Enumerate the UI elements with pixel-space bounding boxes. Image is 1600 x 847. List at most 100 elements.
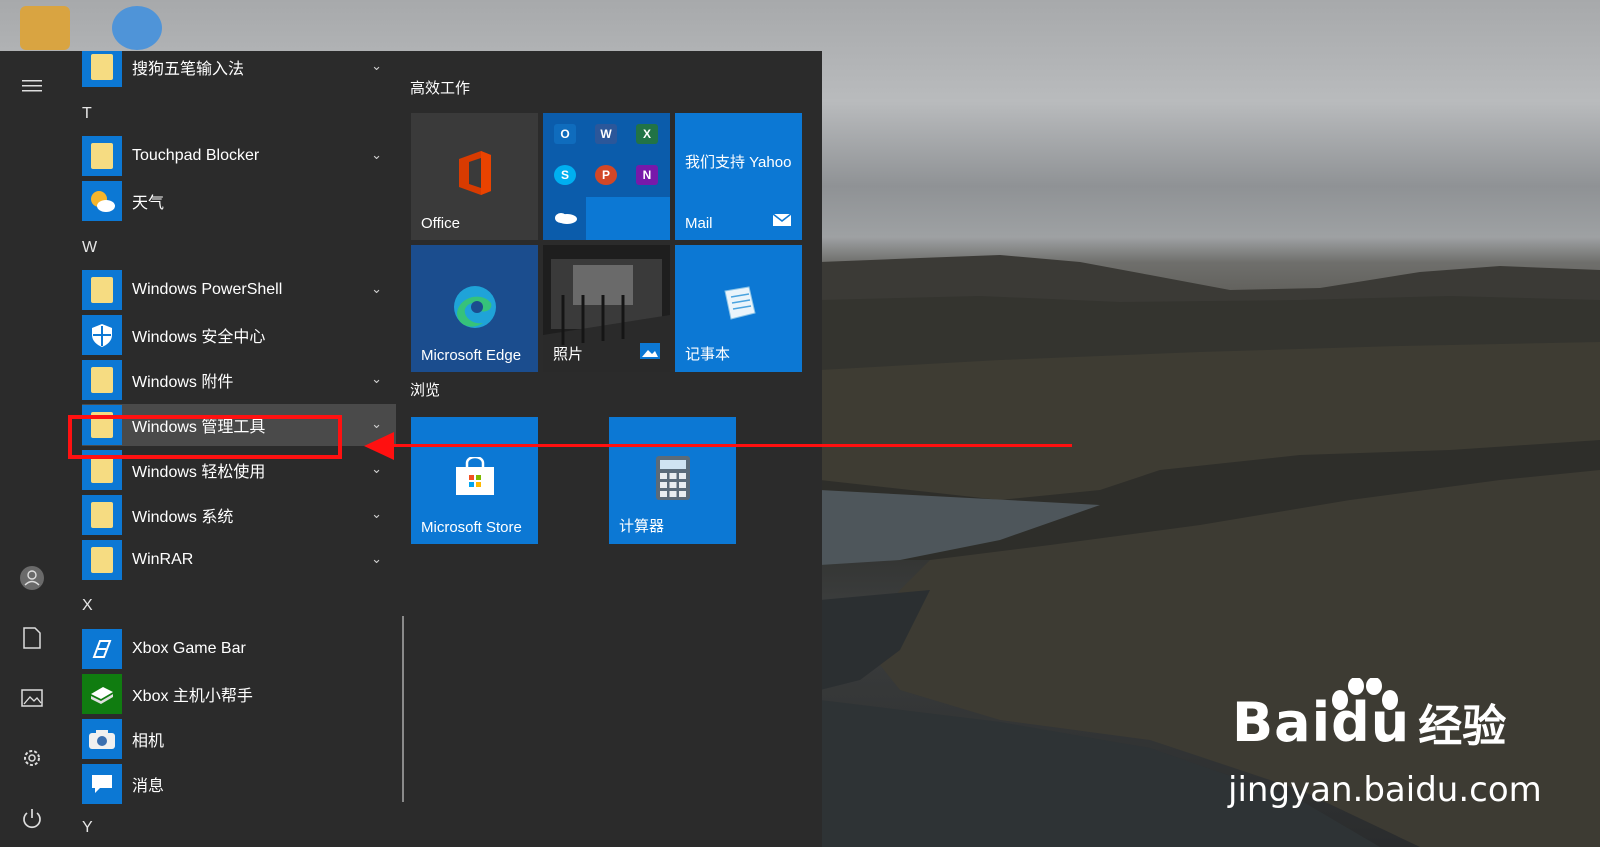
tile-microsoft-edge[interactable]: Microsoft Edge <box>411 245 538 372</box>
photos-app-icon <box>640 343 660 364</box>
outlook-icon: O <box>545 114 585 154</box>
hamburger-menu-icon[interactable] <box>17 71 47 101</box>
settings-gear-icon[interactable] <box>17 743 47 773</box>
baidu-paw-logo <box>1332 678 1398 710</box>
app-weather[interactable]: 天气 <box>82 180 396 222</box>
word-icon: W <box>586 114 626 154</box>
folder-icon <box>82 495 122 535</box>
app-label: 相机 <box>132 733 165 750</box>
shield-icon <box>82 315 122 355</box>
app-windows-system[interactable]: Windows 系统 ⌄ <box>82 494 396 536</box>
message-bubble-icon <box>82 764 122 804</box>
skype-icon: S <box>545 155 585 195</box>
mail-tile-promo-text: 我们支持 Yahoo <box>685 154 792 171</box>
tile-label: Mail <box>685 215 713 232</box>
documents-icon[interactable] <box>17 623 47 653</box>
onedrive-icon <box>545 197 585 237</box>
excel-icon: X <box>627 114 667 154</box>
app-xbox-companion[interactable]: Xbox 主机小帮手 <box>82 673 396 715</box>
store-bag-icon <box>411 457 538 497</box>
tile-label: 照片 <box>553 346 584 363</box>
user-avatar-icon[interactable] <box>17 563 47 593</box>
app-winrar[interactable]: WinRAR ⌄ <box>82 539 396 581</box>
app-label: 消息 <box>132 778 165 795</box>
baidu-watermark: Baidu 经验 jingyan.baidu.com <box>1228 678 1542 810</box>
app-sogou-wubi[interactable]: 搜狗五笔输入法 ⌄ <box>82 51 396 88</box>
annotation-arrow-line <box>392 444 1072 447</box>
tiles-area: 高效工作 Office O W X S P N 我们支持 Yahoo Mail <box>410 51 820 847</box>
tile-microsoft-store[interactable]: Microsoft Store <box>411 417 538 544</box>
app-label: WinRAR <box>132 551 194 568</box>
app-windows-powershell[interactable]: Windows PowerShell ⌄ <box>82 269 396 311</box>
chevron-down-icon[interactable]: ⌄ <box>371 461 382 477</box>
chevron-down-icon[interactable]: ⌄ <box>371 371 382 387</box>
tile-label: Microsoft Store <box>421 519 522 536</box>
chevron-down-icon[interactable]: ⌄ <box>371 416 382 432</box>
office-logo-icon <box>411 149 538 197</box>
section-letter-y[interactable]: Y <box>82 819 93 837</box>
pictures-icon[interactable] <box>17 683 47 713</box>
chevron-down-icon[interactable]: ⌄ <box>371 281 382 297</box>
chevron-down-icon[interactable]: ⌄ <box>371 147 382 163</box>
applist-scrollbar[interactable] <box>402 616 404 802</box>
notepad-icon <box>675 283 802 323</box>
app-label: 天气 <box>132 195 165 212</box>
app-camera[interactable]: 相机 <box>82 718 396 760</box>
app-label: Windows 系统 <box>132 509 234 526</box>
annotation-arrow-head <box>364 432 394 460</box>
tile-notepad[interactable]: 记事本 <box>675 245 802 372</box>
tile-group-title-browse[interactable]: 浏览 <box>410 379 440 400</box>
app-label: Xbox Game Bar <box>132 640 246 657</box>
folder-icon <box>82 360 122 400</box>
app-messaging[interactable]: 消息 <box>82 763 396 805</box>
highlight-box <box>68 415 342 459</box>
tile-label: 记事本 <box>685 346 731 363</box>
app-label: Windows 轻松使用 <box>132 464 266 481</box>
tile-group-title-productivity[interactable]: 高效工作 <box>410 77 470 98</box>
edge-logo-icon <box>411 283 538 331</box>
power-icon[interactable] <box>17 803 47 833</box>
app-label: Touchpad Blocker <box>132 147 260 164</box>
section-letter-t[interactable]: T <box>82 105 92 123</box>
chevron-down-icon[interactable]: ⌄ <box>371 506 382 522</box>
folder-icon <box>82 51 122 87</box>
app-label: Windows PowerShell <box>132 281 283 298</box>
folder-icon <box>82 136 122 176</box>
app-label: Xbox 主机小帮手 <box>132 688 253 705</box>
app-touchpad-blocker[interactable]: Touchpad Blocker ⌄ <box>82 135 396 177</box>
tile-office-apps-folder[interactable]: O W X S P N <box>543 113 670 240</box>
xbox-console-icon <box>82 674 122 714</box>
app-windows-accessories[interactable]: Windows 附件 ⌄ <box>82 359 396 401</box>
tile-mail[interactable]: 我们支持 Yahoo Mail <box>675 113 802 240</box>
app-windows-security[interactable]: Windows 安全中心 <box>82 314 396 356</box>
app-label: 搜狗五笔输入法 <box>132 61 245 78</box>
powerpoint-icon: P <box>586 155 626 195</box>
calculator-icon <box>609 455 736 501</box>
chevron-down-icon[interactable]: ⌄ <box>371 551 382 567</box>
tile-label: Office <box>421 215 460 232</box>
desktop-app-icon-1[interactable] <box>20 6 70 50</box>
onenote-icon: N <box>627 155 667 195</box>
camera-icon <box>82 719 122 759</box>
section-letter-w[interactable]: W <box>82 239 97 257</box>
tile-label: Microsoft Edge <box>421 347 522 364</box>
tile-office[interactable]: Office <box>411 113 538 240</box>
section-letter-x[interactable]: X <box>82 597 93 615</box>
app-label: Windows 安全中心 <box>132 329 266 346</box>
envelope-icon <box>772 213 792 232</box>
watermark-cn: 经验 <box>1418 701 1507 752</box>
xbox-game-bar-icon <box>82 629 122 669</box>
watermark-url: jingyan.baidu.com <box>1228 770 1542 810</box>
folder-icon <box>82 540 122 580</box>
tile-photos[interactable]: 照片 <box>543 245 670 372</box>
app-xbox-game-bar[interactable]: Xbox Game Bar <box>82 628 396 670</box>
chevron-down-icon[interactable]: ⌄ <box>371 58 382 74</box>
tile-calculator[interactable]: 计算器 <box>609 417 736 544</box>
tile-label: 计算器 <box>619 518 665 535</box>
desktop-app-icon-2[interactable] <box>112 6 162 50</box>
folder-icon <box>82 270 122 310</box>
weather-icon <box>82 181 122 221</box>
watermark-brand: Bai <box>1232 691 1332 754</box>
start-rail <box>0 51 64 847</box>
app-label: Windows 附件 <box>132 374 234 391</box>
